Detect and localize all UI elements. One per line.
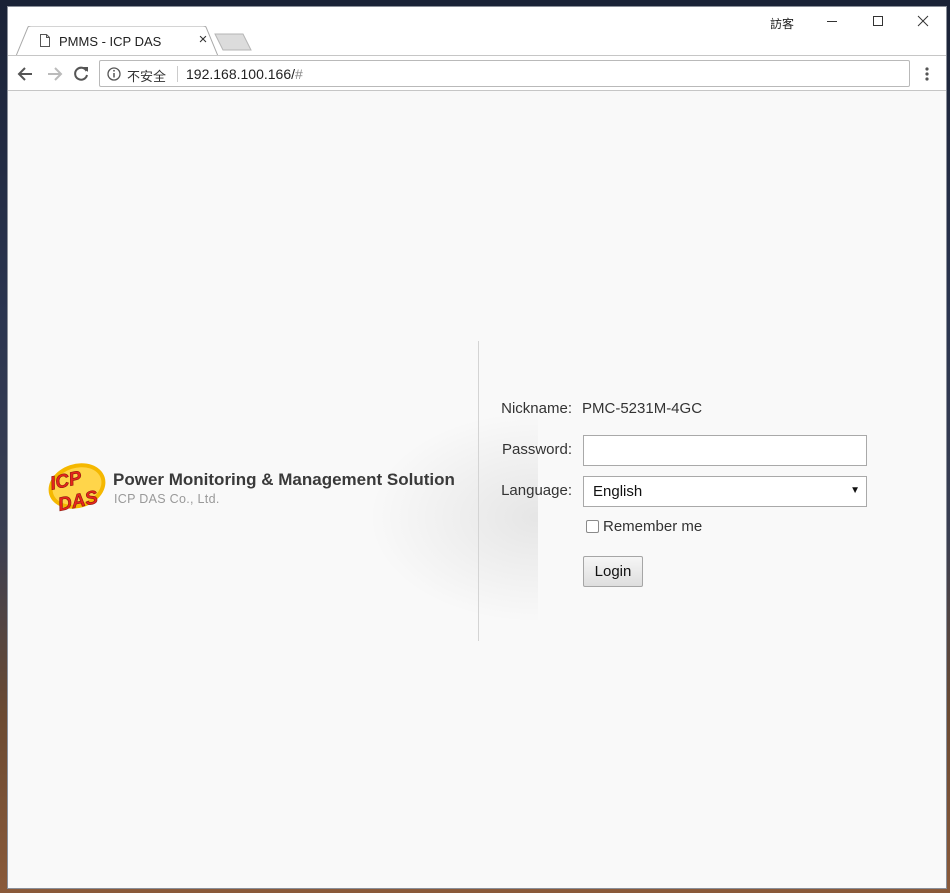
vertical-divider xyxy=(478,341,479,641)
browser-tab[interactable]: PMMS - ICP DAS × xyxy=(16,26,218,56)
chevron-down-icon: ▼ xyxy=(850,485,860,496)
menu-icon[interactable] xyxy=(924,65,930,83)
language-select[interactable]: English ▼ xyxy=(583,476,867,507)
address-bar[interactable]: 不安全 192.168.100.166/# xyxy=(99,60,910,87)
close-tab-icon[interactable]: × xyxy=(196,32,210,47)
icp-das-logo: ICP DAS xyxy=(48,463,106,516)
omnibox-separator xyxy=(177,66,178,82)
language-label: Language: xyxy=(501,482,572,499)
forward-arrow-icon[interactable] xyxy=(44,64,64,84)
nickname-label: Nickname: xyxy=(501,400,572,417)
brand-subtitle: ICP DAS Co., Ltd. xyxy=(114,492,220,506)
language-selected-value: English xyxy=(593,483,643,500)
nickname-value: PMC-5231M-4GC xyxy=(582,400,703,417)
browser-window: PMMS - ICP DAS × 訪客 不安全 192.168.100.166/… xyxy=(7,6,947,889)
divider-shadow xyxy=(338,392,538,642)
security-label[interactable]: 不安全 xyxy=(127,66,166,85)
reload-icon[interactable] xyxy=(71,64,91,84)
close-window-icon[interactable] xyxy=(915,14,931,28)
browser-toolbar: 不安全 192.168.100.166/# xyxy=(8,55,946,91)
login-button[interactable]: Login xyxy=(583,556,643,587)
password-field[interactable] xyxy=(583,435,867,466)
tab-title: PMMS - ICP DAS xyxy=(59,34,162,49)
maximize-icon[interactable] xyxy=(870,14,886,28)
url-text[interactable]: 192.168.100.166/# xyxy=(186,66,303,82)
url-host: 192.168.100.166/ xyxy=(186,66,295,82)
profile-name[interactable]: 訪客 xyxy=(770,15,794,32)
minimize-icon[interactable] xyxy=(824,14,840,28)
password-label: Password: xyxy=(501,441,572,458)
info-icon[interactable] xyxy=(107,67,121,81)
page-icon xyxy=(40,34,50,47)
page-content: ICP DAS Power Monitoring & Management So… xyxy=(8,92,946,888)
url-path: # xyxy=(295,66,303,82)
title-bar: PMMS - ICP DAS × 訪客 xyxy=(8,7,946,56)
remember-label[interactable]: Remember me xyxy=(603,518,702,535)
new-tab-button[interactable] xyxy=(214,33,252,51)
brand-title: Power Monitoring & Management Solution xyxy=(113,470,455,489)
back-arrow-icon[interactable] xyxy=(16,64,36,84)
remember-checkbox[interactable] xyxy=(586,520,599,533)
